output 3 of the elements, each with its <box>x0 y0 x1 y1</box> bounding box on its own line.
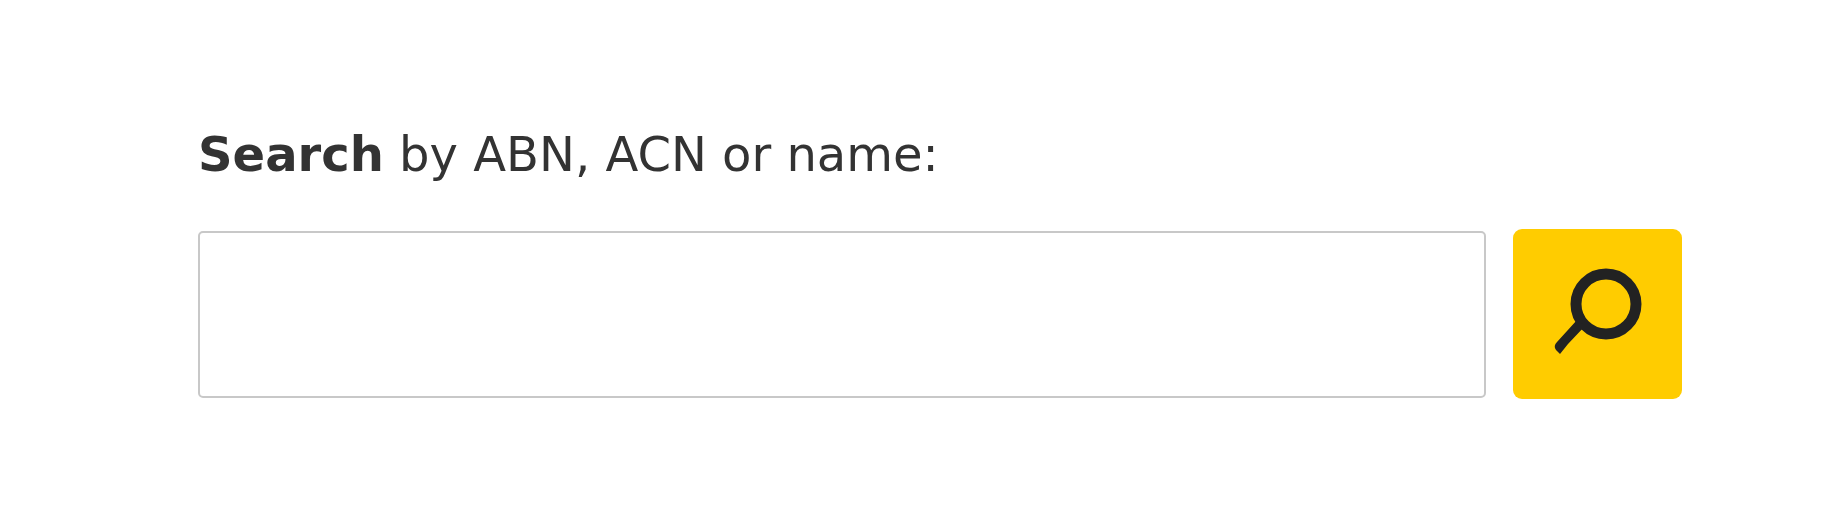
search-field[interactable] <box>198 230 1486 398</box>
search-label: Search by ABN, ACN or name: <box>198 125 939 184</box>
search-button[interactable] <box>1513 229 1682 399</box>
